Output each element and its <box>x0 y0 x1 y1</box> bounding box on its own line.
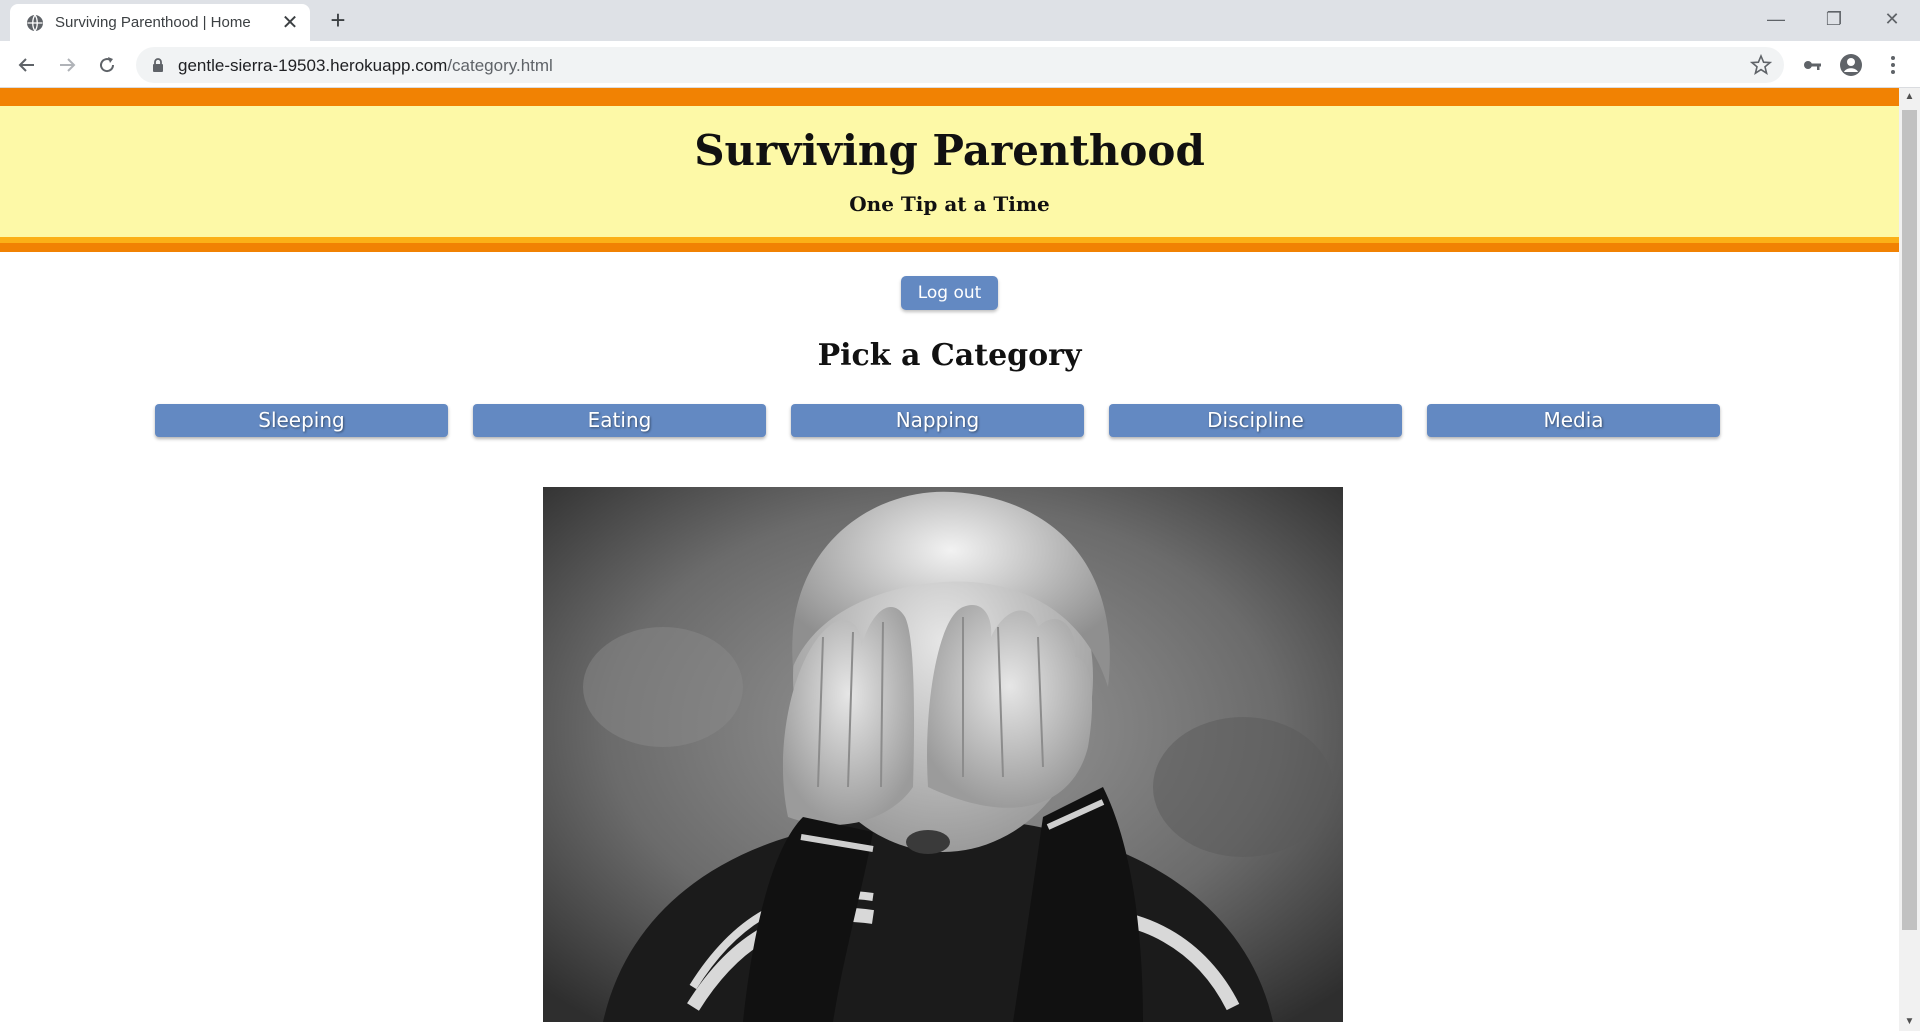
site-title: Surviving Parenthood <box>694 126 1205 175</box>
site-subtitle: One Tip at a Time <box>849 192 1050 216</box>
close-tab-icon[interactable]: ✕ <box>280 13 300 33</box>
forward-icon[interactable] <box>50 48 84 82</box>
category-button-napping[interactable]: Napping <box>791 404 1084 437</box>
tab-title: Surviving Parenthood | Home <box>55 14 251 31</box>
category-button-sleeping[interactable]: Sleeping <box>155 404 448 437</box>
browser-toolbar: gentle-sierra-19503.herokuapp.com/catego… <box>0 41 1920 88</box>
browser-tab[interactable]: Surviving Parenthood | Home ✕ <box>10 4 310 41</box>
url-host: gentle-sierra-19503.herokuapp.com <box>178 56 448 75</box>
restore-icon[interactable]: ❐ <box>1806 0 1862 41</box>
category-button-discipline[interactable]: Discipline <box>1109 404 1402 437</box>
section-title: Pick a Category <box>817 338 1082 373</box>
lock-icon <box>153 58 163 72</box>
close-window-icon[interactable]: ✕ <box>1864 0 1920 41</box>
reload-icon[interactable] <box>90 48 124 82</box>
photo-illustration <box>543 487 1343 1022</box>
url-text: gentle-sierra-19503.herokuapp.com/catego… <box>178 56 553 76</box>
child-covering-eyes-photo <box>543 487 1343 1022</box>
profile-avatar-icon[interactable] <box>1836 50 1866 80</box>
site-header: Surviving Parenthood One Tip at a Time <box>0 88 1899 252</box>
back-icon[interactable] <box>10 48 44 82</box>
url-path: /category.html <box>447 56 553 75</box>
tab-strip: Surviving Parenthood | Home ✕ + — ❐ ✕ <box>0 0 1920 41</box>
address-bar[interactable]: gentle-sierra-19503.herokuapp.com/catego… <box>136 47 1784 83</box>
scroll-down-icon[interactable]: ▼ <box>1899 1013 1920 1031</box>
logout-button[interactable]: Log out <box>901 276 998 310</box>
bookmark-star-icon[interactable] <box>1750 54 1772 76</box>
page-scrollbar[interactable]: ▲ ▼ <box>1899 88 1920 1031</box>
category-buttons: Sleeping Eating Napping Discipline Media <box>155 404 1720 437</box>
key-icon[interactable] <box>1797 50 1827 80</box>
scrollbar-thumb[interactable] <box>1902 110 1917 930</box>
page-viewport: Surviving Parenthood One Tip at a Time L… <box>0 88 1899 1031</box>
category-button-media[interactable]: Media <box>1427 404 1720 437</box>
globe-icon <box>27 14 43 32</box>
minimize-icon[interactable]: — <box>1748 0 1804 41</box>
category-button-eating[interactable]: Eating <box>473 404 766 437</box>
new-tab-icon[interactable]: + <box>324 6 352 34</box>
scroll-up-icon[interactable]: ▲ <box>1899 88 1920 106</box>
menu-kebab-icon[interactable] <box>1878 50 1908 80</box>
